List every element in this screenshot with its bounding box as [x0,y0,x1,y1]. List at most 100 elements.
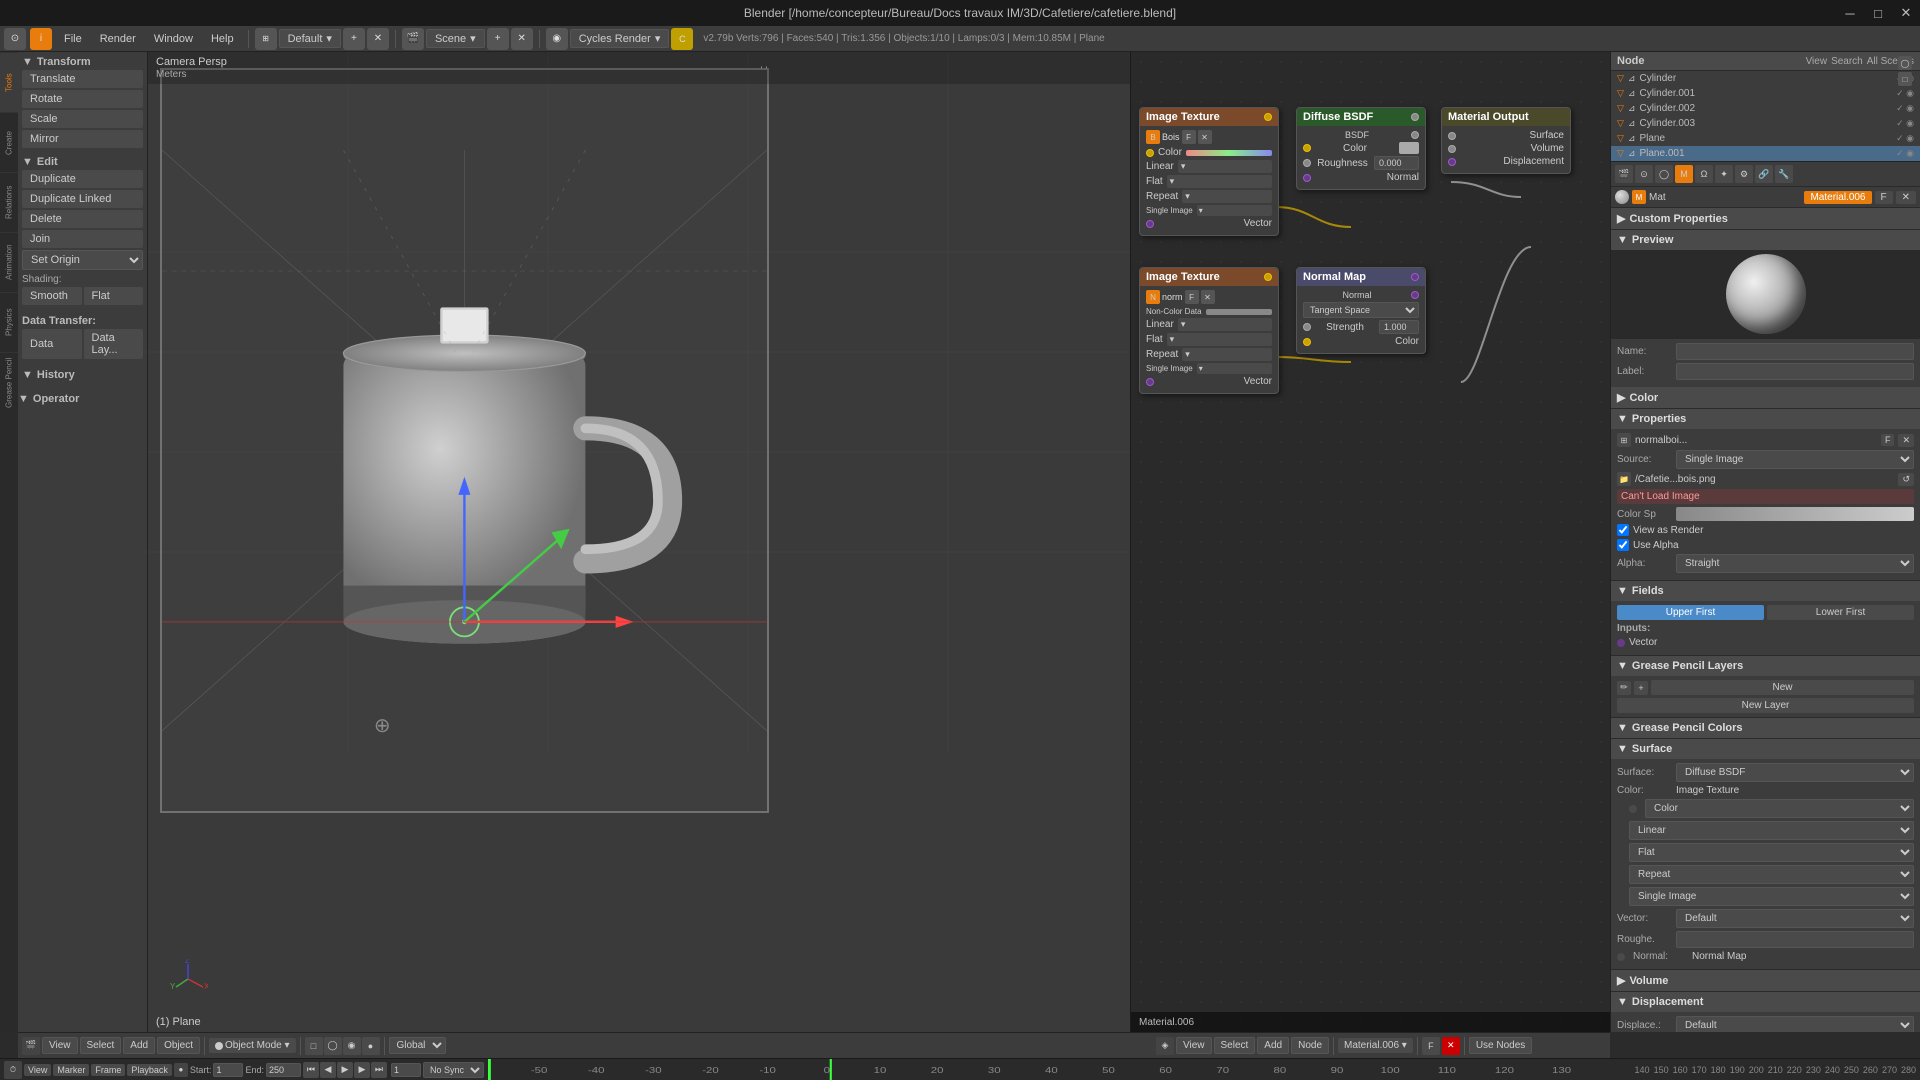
reload-btn[interactable]: ↺ [1898,473,1914,486]
vtab-tools[interactable]: Tools [0,52,18,112]
set-origin-select[interactable]: Set Origin [22,250,143,270]
duplicate-linked-button[interactable]: Duplicate Linked [22,190,143,208]
timeline-ruler[interactable]: -50 -40 -30 -20 -10 0 10 20 30 40 50 60 … [488,1059,1631,1080]
color-header[interactable]: ▶ Color [1611,387,1920,408]
solid-btn[interactable]: ◯ [324,1037,342,1055]
node-image-texture-2[interactable]: Image Texture N norm F ✕ Non-Color Data … [1139,267,1279,394]
object-mode-selector[interactable]: Object Mode ▾ [209,1038,296,1053]
physics-icon[interactable]: ⚙ [1735,165,1753,183]
screen-icon[interactable]: ⊞ [255,28,277,50]
edit-header[interactable]: ▼ Edit [22,156,143,168]
sync-select[interactable]: No Sync [423,1062,484,1078]
node-f-btn[interactable]: F [1422,1037,1440,1055]
remove-workspace[interactable]: ✕ [367,28,389,50]
wireframe-btn[interactable]: □ [305,1037,323,1055]
gp-draw-icon[interactable]: ✏ [1617,681,1631,695]
node-select-btn[interactable]: Select [1214,1037,1256,1054]
scene-props-icon[interactable]: ⊙ [1635,165,1653,183]
scene-icon[interactable]: 🎬 [402,28,424,50]
global-select[interactable]: Global [389,1037,446,1054]
timeline-frame-btn[interactable]: Frame [91,1064,125,1076]
outliner-item-cylinder[interactable]: ▽ ⊿ Cylinder ✓ ◉ [1611,71,1920,86]
shader-icon[interactable]: ⊞ [1617,433,1631,447]
viewport[interactable]: Camera Persp Meters ⊕ X Y Z (1) Plane [148,52,1130,1032]
data-props-icon[interactable]: Ω [1695,165,1713,183]
render-engine-selector[interactable]: Cycles Render ▾ [570,29,670,48]
node-name-input[interactable]: Image Textur... [1676,343,1914,360]
norm-x-btn[interactable]: ✕ [1201,290,1215,304]
modifiers-icon[interactable]: 🔧 [1775,165,1793,183]
blender-logo[interactable]: ⊙ [4,28,26,50]
node-x-btn[interactable]: ✕ [1442,1037,1460,1055]
prev-frame-btn[interactable]: ◀ [320,1062,336,1078]
preview-header[interactable]: ▼ Preview [1611,230,1920,250]
outliner-item-plane001[interactable]: ▽ ⊿ Plane.001 ✓ ◉ [1611,146,1920,161]
next-frame-btn[interactable]: ▶ [354,1062,370,1078]
vp-object-btn[interactable]: Object [157,1037,200,1054]
normalmap-space-select[interactable]: Tangent Space [1303,302,1419,318]
jump-start-btn[interactable]: ⏮ [303,1062,319,1078]
node-material-output[interactable]: Material Output Surface Volume Displacem… [1441,107,1571,174]
repeat-select[interactable]: Repeat [1629,865,1914,884]
interpolation-select[interactable]: Linear [1629,821,1914,840]
transform-header[interactable]: ▼ Transform [22,56,143,68]
world-props-icon[interactable]: ◯ [1655,165,1673,183]
properties-header[interactable]: ▼ Properties [1611,409,1920,429]
preview-ctrl-1[interactable]: ◯ [1898,56,1912,70]
duplicate-button[interactable]: Duplicate [22,170,143,188]
add-workspace[interactable]: + [343,28,365,50]
flat-button[interactable]: Flat [84,287,144,305]
source-select[interactable]: Single Image [1676,450,1914,469]
constraints-icon[interactable]: 🔗 [1755,165,1773,183]
info-icon[interactable]: i [30,28,52,50]
material-selector[interactable]: Material.006 ▾ [1338,1038,1413,1053]
node-editor[interactable]: Image Texture B Bois F ✕ Color Linear ▾ [1130,52,1610,1032]
node-node-btn[interactable]: Node [1291,1037,1329,1054]
timeline-marker-btn[interactable]: Marker [53,1064,89,1076]
jump-end-btn[interactable]: ⏭ [371,1062,387,1078]
use-nodes-btn[interactable]: Use Nodes [1469,1037,1532,1054]
use-alpha-checkbox[interactable] [1617,539,1629,551]
add-scene[interactable]: + [487,28,509,50]
outliner-item-cylinder002[interactable]: ▽ ⊿ Cylinder.002 ✓ ◉ [1611,101,1920,116]
view-as-render-checkbox[interactable] [1617,524,1629,536]
operator-header[interactable]: ▼ Operator [18,393,147,405]
strength-input[interactable] [1379,320,1419,334]
node-diffuse-bsdf[interactable]: Diffuse BSDF BSDF Color Roughness [1296,107,1426,190]
flat-select[interactable]: Flat [1629,843,1914,862]
vp-view-btn[interactable]: View [42,1037,78,1054]
scale-button[interactable]: Scale [22,110,143,128]
shader-x-btn[interactable]: ✕ [1898,434,1914,447]
lower-first-btn[interactable]: Lower First [1767,605,1914,620]
norm-icon[interactable]: N [1146,290,1160,304]
texture-btn[interactable]: ◉ [343,1037,361,1055]
window-controls[interactable]: ─ □ ✕ [1836,0,1920,26]
play-btn[interactable]: ▶ [337,1062,353,1078]
remove-scene[interactable]: ✕ [511,28,533,50]
smooth-button[interactable]: Smooth [22,287,82,305]
displacement-header[interactable]: ▼ Displacement [1611,992,1920,1012]
viewport-type-icon[interactable]: 🎬 [22,1037,40,1055]
grease-pencil-colors-header[interactable]: ▼ Grease Pencil Colors [1611,718,1920,738]
material-name-badge[interactable]: Material.006 [1804,191,1871,204]
roughness-input[interactable]: 0.000 [1676,931,1914,948]
surface-header[interactable]: ▼ Surface [1611,739,1920,759]
render-menu[interactable]: Render [92,31,144,47]
start-frame-input[interactable] [213,1063,243,1077]
custom-props-header[interactable]: ▶ Custom Properties [1611,208,1920,229]
vtab-animation[interactable]: Animation [0,232,18,292]
file-menu[interactable]: File [56,31,90,47]
vtab-relations[interactable]: Relations [0,172,18,232]
node-label-input[interactable] [1676,363,1914,380]
timeline-icon[interactable]: ⏱ [4,1061,22,1079]
minimize-button[interactable]: ─ [1836,0,1864,26]
node-add-btn[interactable]: Add [1257,1037,1289,1054]
render-props-icon[interactable]: 🎬 [1615,165,1633,183]
window-menu[interactable]: Window [146,31,201,47]
fields-header[interactable]: ▼ Fields [1611,581,1920,601]
node-image-texture-1[interactable]: Image Texture B Bois F ✕ Color Linear ▾ [1139,107,1279,236]
grease-pencil-layers-header[interactable]: ▼ Grease Pencil Layers [1611,656,1920,676]
norm-f-btn[interactable]: F [1185,290,1199,304]
material-x-btn[interactable]: ✕ [1896,191,1916,204]
maximize-button[interactable]: □ [1864,0,1892,26]
